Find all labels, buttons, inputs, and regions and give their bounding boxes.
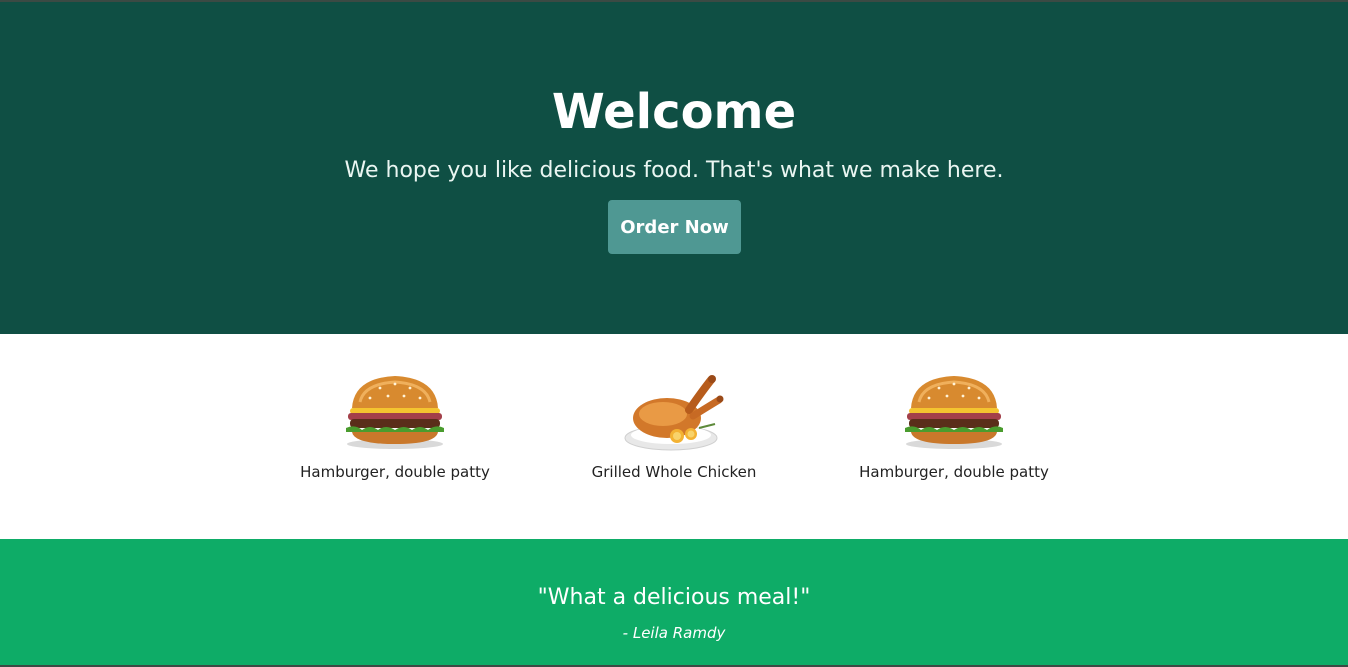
hamburger-image bbox=[346, 376, 444, 449]
testimonial-section: "What a delicious meal!" - Leila Ramdy bbox=[0, 539, 1348, 665]
menu-section: Hamburger, double patty Grilled Whole Ch… bbox=[0, 334, 1348, 539]
testimonial-quote: "What a delicious meal!" bbox=[537, 585, 811, 610]
hero-section: Welcome We hope you like delicious food.… bbox=[0, 2, 1348, 334]
testimonial-author: - Leila Ramdy bbox=[622, 624, 726, 642]
hero-subtitle: We hope you like delicious food. That's … bbox=[344, 158, 1004, 183]
menu-item-name: Hamburger, double patty bbox=[859, 463, 1049, 481]
roast-chicken-image bbox=[624, 375, 724, 451]
menu-item-name: Hamburger, double patty bbox=[300, 463, 490, 481]
order-now-button[interactable]: Order Now bbox=[608, 200, 741, 254]
hamburger-image bbox=[905, 376, 1003, 449]
hero-title: Welcome bbox=[551, 84, 797, 140]
menu-item-name: Grilled Whole Chicken bbox=[591, 463, 757, 481]
